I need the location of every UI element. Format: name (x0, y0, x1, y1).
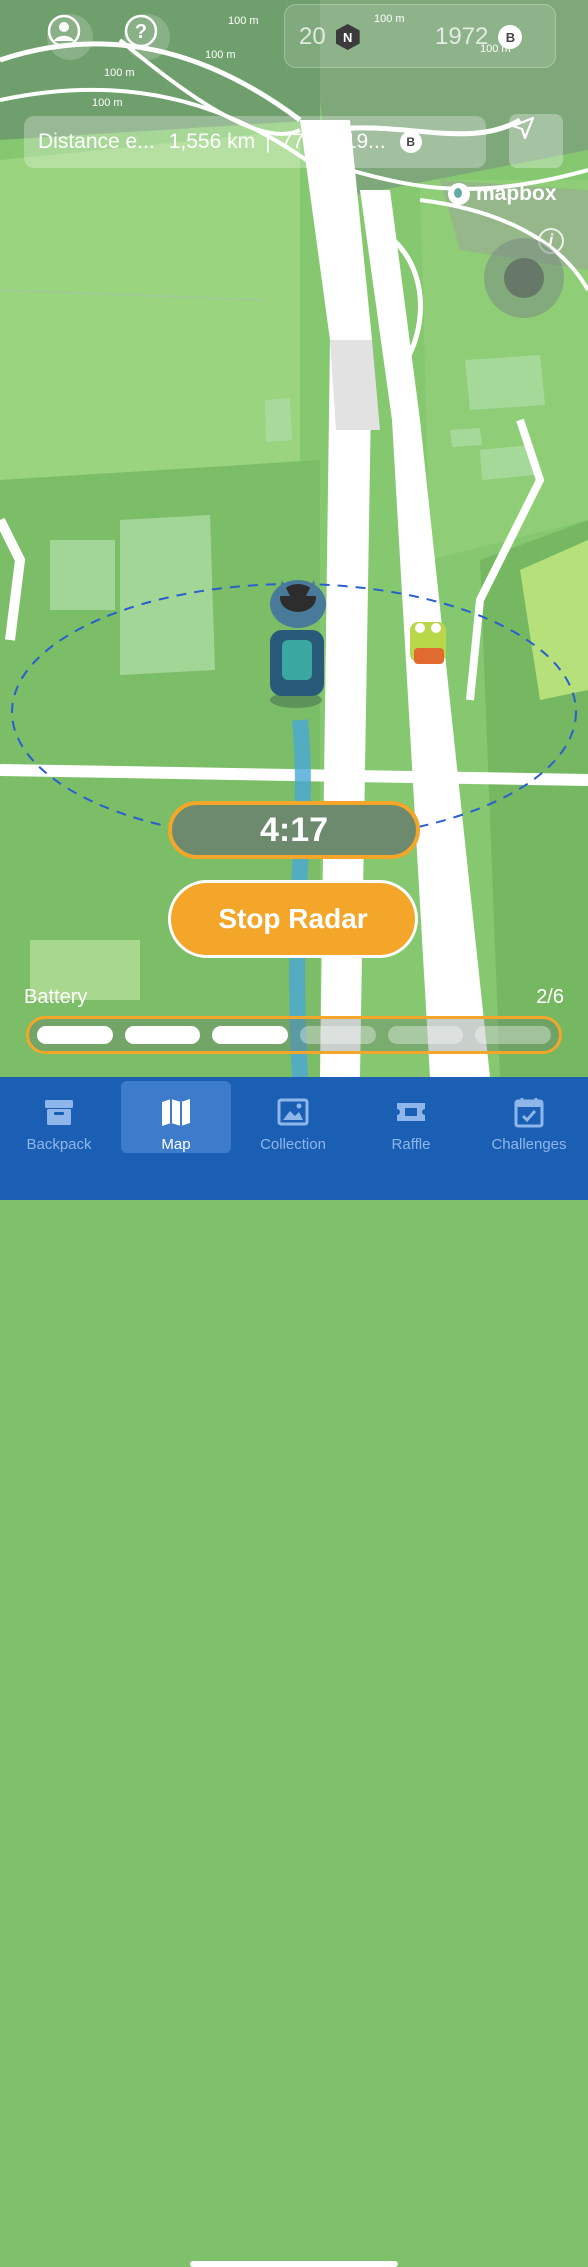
ticket-icon (397, 1103, 425, 1121)
radar-timer: 4:17 (168, 801, 420, 859)
stop-radar-label: Stop Radar (218, 903, 368, 934)
distance-bar[interactable]: Distance e... 1,556 km | 77,77819... B (24, 116, 486, 168)
battery-segment (387, 1026, 464, 1044)
battery-label: Battery (24, 986, 88, 1008)
player-avatar (270, 580, 326, 708)
mapbox-logo-icon (448, 183, 470, 205)
coin-icon: B (399, 131, 422, 153)
tab-backpack[interactable]: Backpack (4, 1081, 114, 1153)
distance-value: 1,556 km (168, 130, 256, 153)
tab-map[interactable]: Map (121, 1081, 231, 1153)
currency-panel: 20 N 1972 B (284, 4, 556, 68)
svg-text:?: ? (135, 21, 147, 43)
svg-text:100 m: 100 m (92, 97, 123, 109)
distance-label: Distance e... (38, 130, 155, 153)
stat-b-value: 1972 (435, 23, 489, 50)
user-icon (47, 14, 81, 48)
navigation-arrow-icon (511, 116, 535, 140)
pet-vehicle (410, 622, 446, 664)
stat-n: 20 N (299, 23, 360, 51)
battery-segment (300, 1026, 376, 1044)
battery-segment (37, 1026, 113, 1044)
mapbox-label: mapbox (476, 182, 557, 205)
bottom-nav: Backpack Map Collection Raffle Challenge… (0, 1077, 588, 2267)
stop-radar-button[interactable]: Stop Radar (168, 880, 418, 958)
joystick-control[interactable] (484, 238, 564, 318)
battery-segment (475, 1026, 552, 1044)
distance-separator: | (265, 130, 271, 153)
map-view[interactable]: 100 m 100 m 100 m 100 m 100 m 100 m ? 20… (0, 0, 588, 1077)
coin-badge-icon: B (498, 25, 523, 49)
tab-raffle-label: Raffle (391, 1136, 431, 1153)
radar-timer-value: 4:17 (259, 810, 329, 849)
svg-text:100 m: 100 m (228, 15, 259, 27)
tab-backpack-label: Backpack (26, 1136, 92, 1153)
battery-meter (26, 1016, 562, 1054)
reward-value: 77,77819... (280, 130, 386, 153)
stat-n-value: 20 (299, 23, 326, 50)
svg-text:100 m: 100 m (205, 49, 236, 61)
tab-collection-label: Collection (260, 1136, 326, 1153)
battery-segment (212, 1026, 289, 1044)
question-icon: ? (124, 14, 158, 48)
svg-text:100 m: 100 m (104, 67, 135, 79)
tab-collection[interactable]: Collection (238, 1081, 348, 1153)
mapbox-attribution[interactable]: mapbox (448, 182, 557, 206)
tab-raffle[interactable]: Raffle (356, 1081, 466, 1153)
home-indicator (190, 2261, 398, 2267)
image-icon (277, 1098, 309, 1126)
calendar-check-icon (514, 1098, 544, 1128)
box-icon (45, 1100, 73, 1125)
tab-challenges[interactable]: Challenges (474, 1081, 584, 1153)
hex-badge-icon: N (335, 24, 360, 50)
tab-challenges-label: Challenges (491, 1136, 567, 1153)
locate-button[interactable] (509, 114, 563, 168)
help-button[interactable]: ? (124, 14, 170, 60)
profile-button[interactable] (47, 14, 93, 60)
stat-b: 1972 B (435, 23, 523, 51)
map-icon (162, 1099, 190, 1126)
battery-count: 2/6 (536, 986, 564, 1008)
tab-map-label: Map (161, 1136, 191, 1153)
battery-segment (124, 1026, 201, 1044)
